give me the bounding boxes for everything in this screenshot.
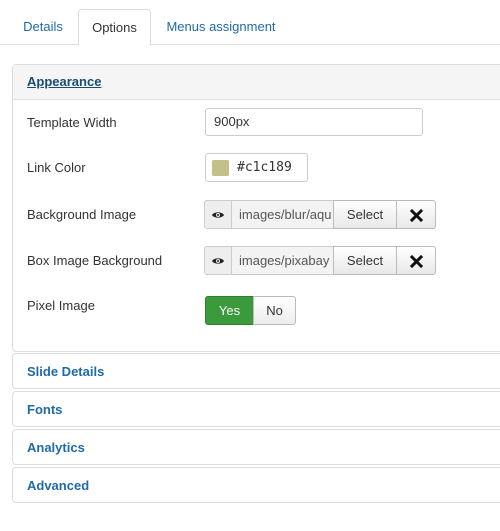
close-icon bbox=[410, 209, 423, 222]
background-image-path[interactable]: images/blur/aqu bbox=[231, 200, 334, 229]
fonts-panel: Fonts bbox=[12, 391, 500, 427]
appearance-title: Appearance bbox=[27, 74, 102, 89]
slide-details-header[interactable]: Slide Details bbox=[13, 354, 500, 390]
tab-bar: Details Options Menus assignment bbox=[0, 0, 500, 46]
appearance-header[interactable]: Appearance bbox=[13, 65, 500, 100]
link-color-field[interactable]: #c1c189 bbox=[205, 153, 308, 182]
tab-options[interactable]: Options bbox=[78, 9, 151, 46]
advanced-header[interactable]: Advanced bbox=[13, 468, 500, 504]
link-color-value: #c1c189 bbox=[237, 160, 292, 175]
template-width-input[interactable]: 900px bbox=[205, 108, 423, 136]
box-image-background-path[interactable]: images/pixabay bbox=[231, 246, 334, 275]
close-icon bbox=[410, 255, 423, 268]
box-image-background-select-button[interactable]: Select bbox=[333, 246, 397, 275]
background-image-field: images/blur/aqu Select bbox=[204, 200, 436, 229]
link-color-label: Link Color bbox=[27, 160, 86, 175]
background-image-select-button[interactable]: Select bbox=[333, 200, 397, 229]
box-image-background-label: Box Image Background bbox=[27, 253, 163, 268]
slide-details-panel: Slide Details bbox=[12, 353, 500, 389]
pixel-image-toggle: Yes No bbox=[205, 296, 296, 325]
color-swatch[interactable] bbox=[212, 160, 229, 176]
analytics-header[interactable]: Analytics bbox=[13, 430, 500, 466]
template-width-label: Template Width bbox=[27, 115, 117, 130]
box-image-background-clear-button[interactable] bbox=[396, 246, 436, 275]
pixel-image-yes-button[interactable]: Yes bbox=[205, 296, 254, 325]
box-image-background-field: images/pixabay Select bbox=[204, 246, 436, 275]
pixel-image-no-button[interactable]: No bbox=[253, 296, 296, 325]
background-image-label: Background Image bbox=[27, 207, 137, 222]
fonts-header[interactable]: Fonts bbox=[13, 392, 500, 428]
eye-icon[interactable] bbox=[204, 200, 232, 229]
tab-details[interactable]: Details bbox=[12, 9, 74, 46]
advanced-panel: Advanced bbox=[12, 467, 500, 503]
background-image-clear-button[interactable] bbox=[396, 200, 436, 229]
pixel-image-label: Pixel Image bbox=[27, 298, 95, 313]
tab-menus-assignment[interactable]: Menus assignment bbox=[157, 9, 285, 46]
analytics-panel: Analytics bbox=[12, 429, 500, 465]
eye-icon[interactable] bbox=[204, 246, 232, 275]
